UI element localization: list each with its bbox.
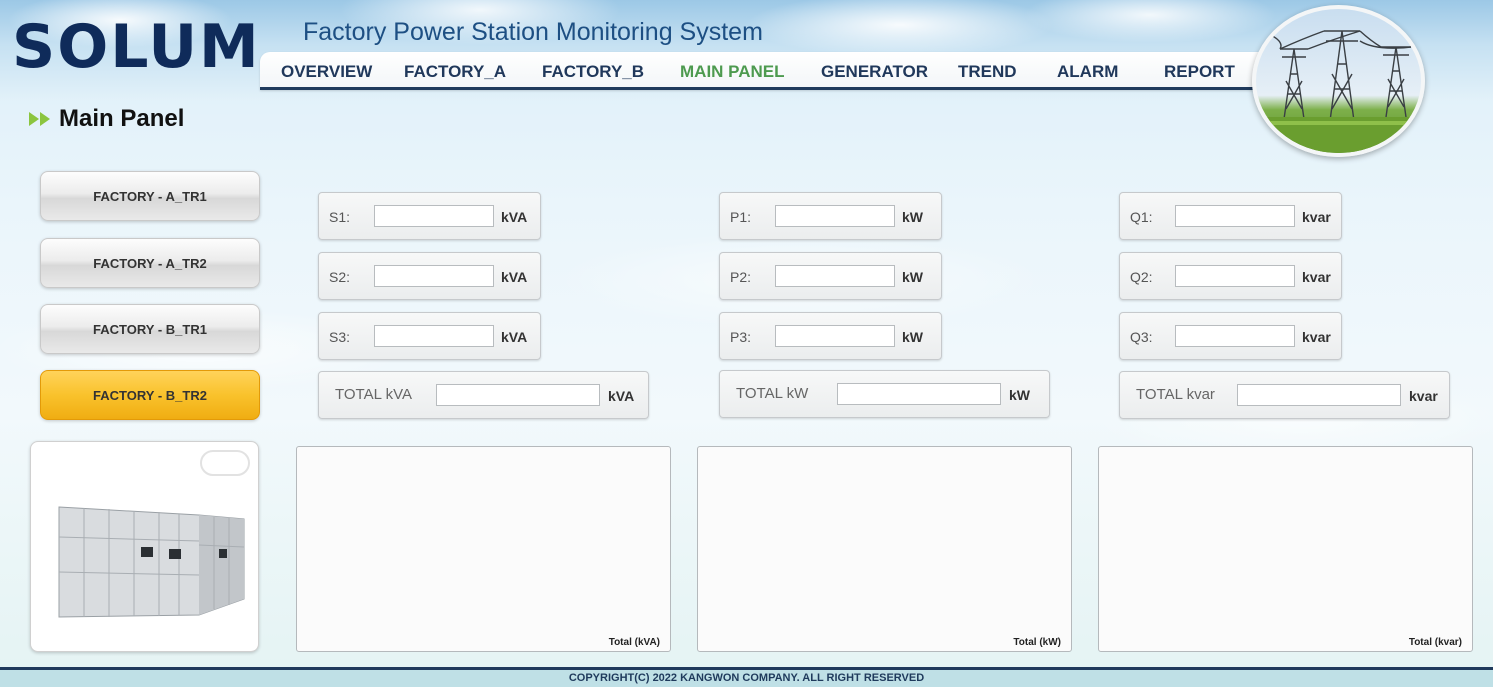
q1-input[interactable] [1175, 205, 1295, 227]
solum-logo: SOLUM [12, 12, 261, 82]
button-factory-b-tr2[interactable]: FACTORY - B_TR2 [40, 370, 260, 420]
q2-unit: kvar [1302, 269, 1331, 285]
q1-unit: kvar [1302, 209, 1331, 225]
q3-unit: kvar [1302, 329, 1331, 345]
nav-alarm[interactable]: ALARM [1057, 62, 1118, 82]
total-kw-field-box: TOTAL kW kW [719, 370, 1050, 418]
p3-label: P3: [730, 329, 752, 345]
nav-main-panel[interactable]: MAIN PANEL [680, 62, 785, 82]
q2-label: Q2: [1130, 269, 1153, 285]
power-tower-icon [1256, 28, 1421, 153]
s1-label: S1: [329, 209, 351, 225]
p1-field-box: P1: kW [719, 192, 942, 240]
total-kvar-label: TOTAL kvar [1136, 386, 1215, 403]
button-factory-a-tr1[interactable]: FACTORY - A_TR1 [40, 171, 260, 221]
page-title: Main Panel [28, 105, 184, 133]
chart-total-kvar: Total (kvar) [1098, 446, 1473, 652]
nav-factory-a[interactable]: FACTORY_A [404, 62, 506, 82]
q2-input[interactable] [1175, 265, 1295, 287]
q3-field-box: Q3: kvar [1119, 312, 1342, 360]
button-factory-a-tr2[interactable]: FACTORY - A_TR2 [40, 238, 260, 288]
q3-label: Q3: [1130, 329, 1153, 345]
total-kvar-input[interactable] [1237, 384, 1401, 406]
total-kva-unit: kVA [608, 388, 635, 404]
s1-field-box: S1: kVA [318, 192, 541, 240]
s2-label: S2: [329, 269, 351, 285]
total-kva-input[interactable] [436, 384, 600, 406]
p3-field-box: P3: kW [719, 312, 942, 360]
double-arrow-icon [29, 112, 50, 126]
p2-label: P2: [730, 269, 752, 285]
p2-input[interactable] [775, 265, 895, 287]
s2-input[interactable] [374, 265, 494, 287]
photo-toggle[interactable] [200, 450, 250, 476]
p3-unit: kW [902, 329, 923, 345]
q3-input[interactable] [1175, 325, 1295, 347]
nav-report[interactable]: REPORT [1164, 62, 1235, 82]
p2-field-box: P2: kW [719, 252, 942, 300]
app-title: Factory Power Station Monitoring System [303, 18, 763, 46]
p2-unit: kW [902, 269, 923, 285]
q2-field-box: Q2: kvar [1119, 252, 1342, 300]
total-kw-unit: kW [1009, 387, 1030, 403]
nav-trend[interactable]: TREND [958, 62, 1017, 82]
main-nav: OVERVIEW FACTORY_A FACTORY_B MAIN PANEL … [260, 52, 1270, 90]
chart-total-kw: Total (kW) [697, 446, 1072, 652]
total-kw-label: TOTAL kW [736, 385, 809, 402]
nav-factory-b[interactable]: FACTORY_B [542, 62, 644, 82]
s3-field-box: S3: kVA [318, 312, 541, 360]
q1-field-box: Q1: kvar [1119, 192, 1342, 240]
chart-total-kva: Total (kVA) [296, 446, 671, 652]
p1-label: P1: [730, 209, 752, 225]
button-factory-b-tr1[interactable]: FACTORY - B_TR1 [40, 304, 260, 354]
s1-input[interactable] [374, 205, 494, 227]
q1-label: Q1: [1130, 209, 1153, 225]
nav-overview[interactable]: OVERVIEW [281, 62, 372, 82]
footer-copyright: COPYRIGHT(C) 2022 KANGWON COMPANY. ALL R… [0, 667, 1493, 687]
total-kw-input[interactable] [837, 383, 1001, 405]
nav-generator[interactable]: GENERATOR [821, 62, 928, 82]
power-tower-image [1252, 5, 1425, 157]
chart-total-kvar-caption: Total (kvar) [1408, 637, 1462, 648]
p1-unit: kW [902, 209, 923, 225]
s1-unit: kVA [501, 209, 528, 225]
s2-unit: kVA [501, 269, 528, 285]
total-kva-field-box: TOTAL kVA kVA [318, 371, 649, 419]
s3-label: S3: [329, 329, 351, 345]
main-panel-photo [30, 441, 259, 652]
chart-total-kw-caption: Total (kW) [1013, 637, 1061, 648]
s3-input[interactable] [374, 325, 494, 347]
p3-input[interactable] [775, 325, 895, 347]
s3-unit: kVA [501, 329, 528, 345]
total-kvar-field-box: TOTAL kvar kvar [1119, 371, 1450, 419]
total-kvar-unit: kvar [1409, 388, 1438, 404]
s2-field-box: S2: kVA [318, 252, 541, 300]
page-title-text: Main Panel [59, 105, 185, 132]
total-kva-label: TOTAL kVA [335, 386, 412, 403]
switchgear-cabinet-icon [58, 506, 245, 618]
chart-total-kva-caption: Total (kVA) [608, 637, 660, 648]
p1-input[interactable] [775, 205, 895, 227]
